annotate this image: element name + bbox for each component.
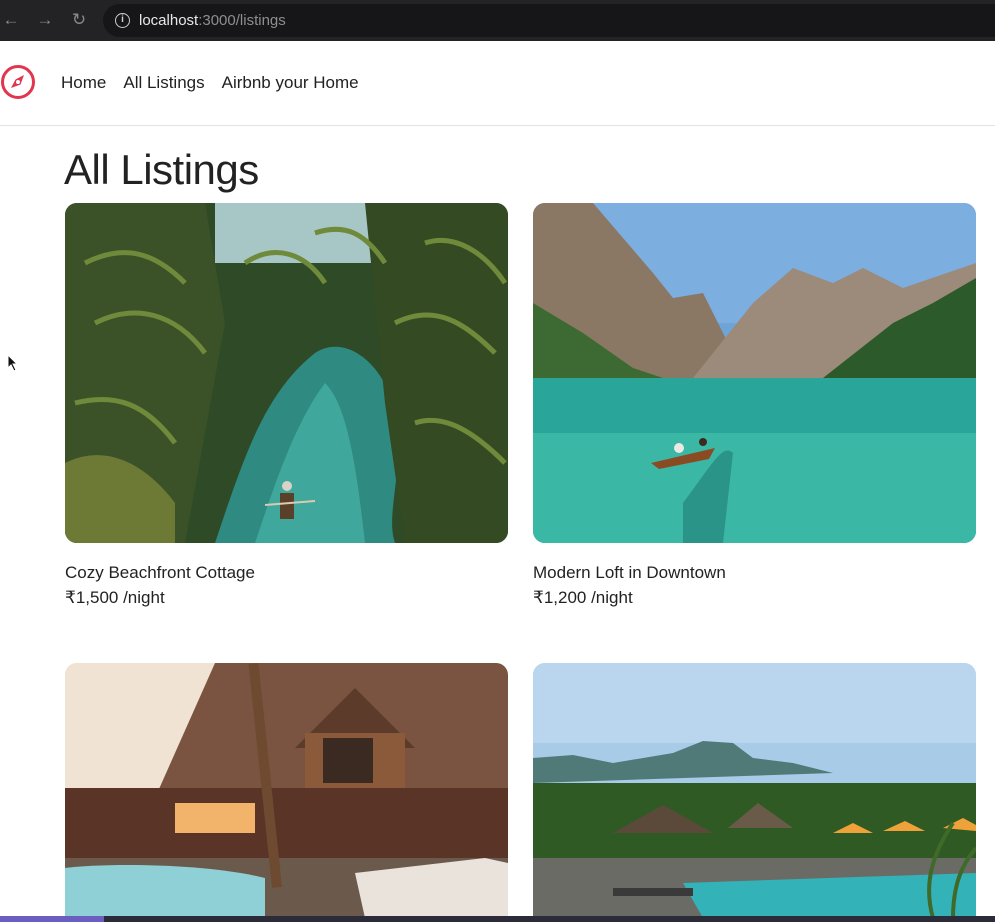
url-text[interactable]: localhost:3000/listings (139, 12, 286, 29)
address-bar[interactable]: i localhost:3000/listings (103, 4, 995, 37)
listing-card[interactable]: Modern Loft in Downtown ₹1,200 /night (533, 203, 976, 608)
nav-all-listings-link[interactable]: All Listings (123, 73, 204, 93)
site-info-icon[interactable]: i (115, 13, 130, 28)
page-title: All Listings (64, 146, 259, 193)
listing-card[interactable] (533, 663, 976, 918)
url-host: localhost (139, 12, 199, 29)
nav-airbnb-your-home-link[interactable]: Airbnb your Home (222, 73, 359, 93)
url-path: :3000/listings (198, 12, 286, 29)
listing-price: ₹1,200 /night (533, 588, 633, 607)
listing-price: ₹1,500 /night (65, 588, 165, 607)
compass-logo-icon[interactable] (0, 64, 36, 100)
main-nav: Home All Listings Airbnb your Home (61, 73, 359, 93)
listing-photo-tropical-resort[interactable] (533, 663, 976, 918)
mouse-cursor-icon (7, 354, 19, 372)
listing-photo-mountain-lake[interactable] (533, 203, 976, 543)
listing-title[interactable]: Cozy Beachfront Cottage (65, 563, 508, 583)
bottom-edge-accent (0, 916, 104, 922)
back-icon[interactable]: ← (0, 9, 22, 31)
bottom-edge (0, 916, 995, 922)
browser-toolbar: ← → ↻ i localhost:3000/listings (0, 0, 995, 41)
listing-card[interactable] (65, 663, 508, 918)
listing-title[interactable]: Modern Loft in Downtown (533, 563, 976, 583)
listing-card[interactable]: Cozy Beachfront Cottage ₹1,500 /night (65, 203, 508, 608)
listing-photo-tropical-lagoon[interactable] (65, 203, 508, 543)
nav-home-link[interactable]: Home (61, 73, 106, 93)
site-header: Home All Listings Airbnb your Home (0, 41, 995, 126)
listing-photo-wooden-lodge[interactable] (65, 663, 508, 918)
forward-icon[interactable]: → (34, 9, 56, 31)
reload-icon[interactable]: ↻ (68, 9, 90, 31)
